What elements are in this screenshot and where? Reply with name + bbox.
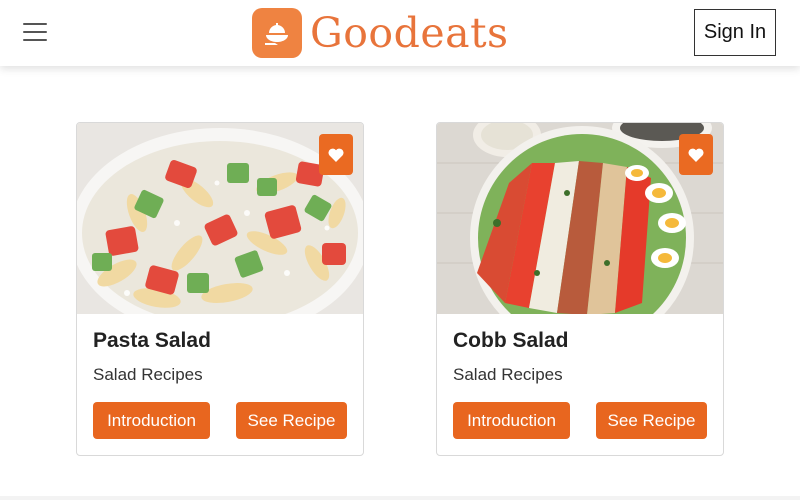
recipe-image[interactable]: [437, 123, 723, 314]
heart-icon: [328, 148, 344, 162]
heart-icon: [688, 148, 704, 162]
recipe-category: Salad Recipes: [453, 365, 563, 384]
favorite-button[interactable]: [679, 134, 713, 175]
sign-in-button[interactable]: Sign In: [694, 9, 776, 56]
recipe-title: Pasta Salad: [93, 329, 211, 352]
recipe-image[interactable]: [77, 123, 363, 314]
introduction-button[interactable]: Introduction: [453, 402, 570, 439]
recipe-category: Salad Recipes: [93, 365, 203, 384]
see-recipe-button[interactable]: See Recipe: [596, 402, 707, 439]
recipe-card: Pasta Salad Salad Recipes Introduction S…: [76, 122, 364, 456]
favorite-button[interactable]: [319, 134, 353, 175]
serving-dish-icon: [252, 8, 302, 58]
page-bottom-divider: [0, 496, 800, 500]
recipe-card: Cobb Salad Salad Recipes Introduction Se…: [436, 122, 724, 456]
see-recipe-button[interactable]: See Recipe: [236, 402, 347, 439]
brand[interactable]: Goodeats: [252, 8, 509, 58]
recipe-title: Cobb Salad: [453, 329, 569, 352]
hamburger-menu-icon[interactable]: [23, 22, 47, 42]
introduction-button[interactable]: Introduction: [93, 402, 210, 439]
top-navbar: Goodeats Sign In: [0, 0, 800, 66]
brand-name: Goodeats: [310, 9, 509, 57]
